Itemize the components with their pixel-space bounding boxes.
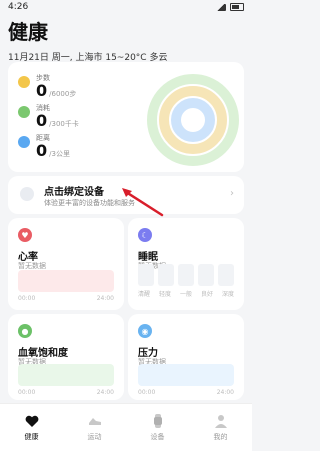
distance-metric: 距离 0 /3公里 [18,134,70,159]
sleep-stage-bar [198,264,214,286]
sleep-stage-label: 轻度 [158,291,171,298]
steps-unit: /6000步 [49,90,77,98]
blood-drop-icon: ● [18,324,32,338]
heart-rate-card[interactable]: ♥ 心率 暂无数据 00:00 24:00 [8,218,124,310]
nav-item-device[interactable]: 设备 [131,413,185,442]
spo2-axis: 00:00 24:00 [18,389,114,396]
stress-icon: ◉ [138,324,152,338]
device-icon [20,187,34,201]
distance-unit: /3公里 [49,150,70,158]
nav-label-device: 设备 [150,433,165,441]
distance-value: 0 [36,141,48,160]
heart-rate-chart [18,270,114,292]
nav-item-sport[interactable]: 运动 [68,413,122,442]
nav-item-health[interactable]: 健康 [5,413,59,442]
status-time: 4:26 [8,2,29,12]
sleep-card[interactable]: ☾ 睡眠 暂无数据 清醒 轻度 一般 良好 深度 [128,218,244,310]
spo2-chart [18,364,114,386]
calories-value: 0 [36,111,48,130]
sleep-stage-bars [138,264,234,286]
nav-label-health: 健康 [24,433,39,441]
sleep-stage-bar [218,264,234,286]
distance-ring [171,98,215,142]
axis-start-label: 00:00 [138,389,156,396]
axis-end-label: 24:00 [216,389,234,396]
activity-rings [147,74,239,166]
bind-device-card[interactable]: 点击绑定设备 体验更丰富的设备功能和服务 › [8,176,244,214]
heart-icon [25,415,38,427]
sleep-stage-labels: 清醒 轻度 一般 良好 深度 [138,289,234,298]
status-bar: 4:26 [0,0,252,14]
heart-rate-axis: 00:00 24:00 [18,295,114,302]
calories-metric: 消耗 0 /300千卡 [18,104,79,129]
sleep-stage-bar [178,264,194,286]
bottom-navigation: 健康 运动 设备 我的 [0,403,252,451]
person-icon [214,415,227,428]
axis-end-label: 24:00 [96,389,114,396]
status-icons [217,3,244,11]
spo2-card[interactable]: ● 血氧饱和度 暂无数据 00:00 24:00 [8,314,124,400]
axis-start-label: 00:00 [18,389,36,396]
sleep-stage-bar [138,264,154,286]
bind-device-title: 点击绑定设备 [44,187,104,198]
nav-label-me: 我的 [213,433,228,441]
steps-value: 0 [36,81,48,100]
shoe-icon [88,418,101,425]
sleep-stage-bar [158,264,174,286]
distance-icon [18,136,30,148]
watch-icon [153,414,162,428]
stress-chart [138,364,234,386]
sleep-stage-label: 深度 [221,291,234,298]
chevron-right-icon: › [230,188,234,199]
page-header: 健康 11月21日 周一, 上海市 15~20°C 多云 [0,14,252,63]
page-title: 健康 [8,20,48,44]
stress-card[interactable]: ◉ 压力 暂无数据 00:00 24:00 [128,314,244,400]
nav-item-me[interactable]: 我的 [194,413,248,442]
signal-icon [217,3,226,11]
sleep-stage-label: 一般 [179,291,192,298]
activity-summary-card[interactable]: 步数 0 /6000步 消耗 0 /300千卡 距离 0 /3公里 [8,62,244,172]
sleep-stage-label: 良好 [200,291,213,298]
steps-metric: 步数 0 /6000步 [18,74,76,99]
axis-start-label: 00:00 [18,295,36,302]
bind-device-subtitle: 体验更丰富的设备功能和服务 [44,199,135,207]
calories-icon [18,106,30,118]
nav-label-sport: 运动 [87,433,102,441]
axis-end-label: 24:00 [96,295,114,302]
steps-icon [18,76,30,88]
sleep-stage-label: 清醒 [138,291,151,298]
heart-icon: ♥ [18,228,32,242]
stress-axis: 00:00 24:00 [138,389,234,396]
calories-unit: /300千卡 [49,120,79,128]
sleep-icon: ☾ [138,228,152,242]
battery-icon [230,3,244,11]
